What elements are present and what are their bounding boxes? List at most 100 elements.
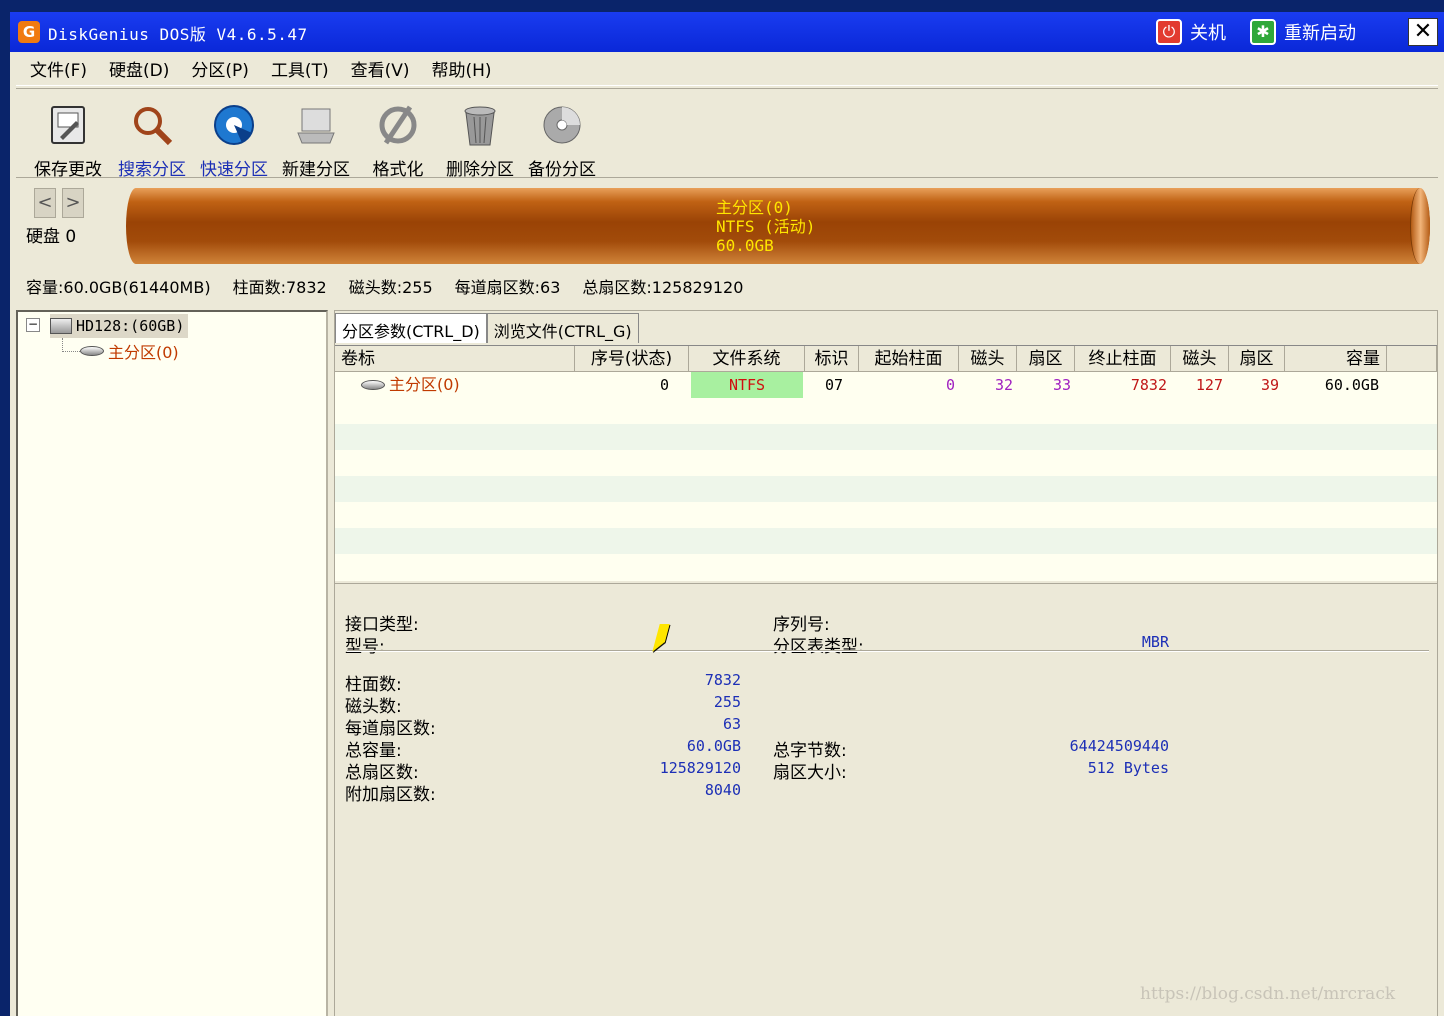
- backup-partition-icon: [543, 106, 581, 144]
- partition-table-type-value: MBR: [1141, 633, 1169, 651]
- sectors-per-track-value: 63: [722, 715, 741, 733]
- menu-file[interactable]: 文件(F): [28, 54, 89, 83]
- partition-bar[interactable]: 主分区(0) NTFS (活动) 60.0GB: [126, 188, 1430, 264]
- disk-label: 硬盘 0: [26, 227, 77, 247]
- app-window: G DiskGenius DOS版 V4.6.5.47 ⏻ 关机 ✱ 重新启动 …: [10, 12, 1444, 1016]
- partition-icon: [361, 380, 385, 390]
- delete-partition-icon: [464, 106, 496, 146]
- disk-map: < > 硬盘 0 主分区(0) NTFS (活动) 60.0GB: [16, 182, 1438, 272]
- format-button[interactable]: 格式化: [358, 103, 438, 180]
- backup-partition-button[interactable]: 备份分区: [522, 103, 602, 180]
- quick-partition-icon: [214, 105, 254, 145]
- col-header-end-sector[interactable]: 扇区: [1229, 346, 1285, 372]
- tree-partition-label: 主分区(0): [108, 343, 179, 362]
- row-start-head: 32: [994, 376, 1013, 394]
- save-icon: [51, 106, 85, 144]
- partition-details-pane: 分区参数(CTRL_D) 浏览文件(CTRL_G) 卷标 序号(状态) 文件系统…: [334, 310, 1438, 1016]
- table-row-stripe: [335, 398, 1437, 424]
- col-header-start-cylinder[interactable]: 起始柱面: [859, 346, 959, 372]
- col-header-start-sector[interactable]: 扇区: [1017, 346, 1075, 372]
- title-bar: G DiskGenius DOS版 V4.6.5.47 ⏻ 关机 ✱ 重新启动 …: [10, 12, 1444, 52]
- row-end-sector: 39: [1260, 376, 1279, 394]
- table-row-stripe: [335, 476, 1437, 502]
- row-index: 0: [659, 376, 669, 394]
- row-filesystem: NTFS: [691, 372, 803, 398]
- search-partition-button[interactable]: 搜索分区: [112, 103, 192, 180]
- tree-item-partition[interactable]: 主分区(0): [80, 339, 179, 363]
- next-disk-button[interactable]: >: [62, 188, 84, 218]
- save-changes-button[interactable]: 保存更改: [28, 103, 108, 180]
- row-end-cylinder: 7832: [1130, 376, 1167, 394]
- sector-size-value: 512 Bytes: [1087, 759, 1169, 777]
- extra-sectors-value: 8040: [704, 781, 741, 799]
- total-bytes-value: 64424509440: [1069, 737, 1169, 755]
- row-start-cylinder: 0: [945, 376, 955, 394]
- toolbar: 保存更改 搜索分区 快速分区 新建分区 格式化 删除分区 备份分区: [16, 88, 1438, 180]
- tree-item-disk[interactable]: HD128:(60GB): [50, 314, 189, 338]
- disk-tree: − HD128:(60GB) 主分区(0): [16, 310, 328, 1016]
- col-header-id[interactable]: 标识: [805, 346, 859, 372]
- menu-view[interactable]: 查看(V): [349, 54, 412, 83]
- menu-bar: 文件(F) 硬盘(D) 分区(P) 工具(T) 查看(V) 帮助(H): [16, 52, 1438, 86]
- col-header-label[interactable]: 卷标: [335, 346, 575, 372]
- previous-disk-button[interactable]: <: [34, 188, 56, 218]
- tab-strip: 分区参数(CTRL_D) 浏览文件(CTRL_G): [335, 313, 639, 343]
- col-header-end-cylinder[interactable]: 终止柱面: [1075, 346, 1171, 372]
- disk-details: 接口类型: 型号: 序列号: 分区表类型: MBR 柱面数: 7832 磁头数:…: [335, 583, 1437, 1016]
- partition-icon: [80, 346, 104, 356]
- hard-disk-icon: [50, 318, 72, 334]
- extra-sectors-label: 附加扇区数:: [345, 785, 436, 805]
- col-header-start-head[interactable]: 磁头: [959, 346, 1017, 372]
- menu-disk[interactable]: 硬盘(D): [107, 54, 171, 83]
- col-header-index[interactable]: 序号(状态): [575, 346, 689, 372]
- delete-partition-label: 删除分区: [446, 160, 514, 180]
- partition-bar-size: 60.0GB: [716, 236, 774, 255]
- tab-partition-params[interactable]: 分区参数(CTRL_D): [335, 313, 487, 343]
- new-partition-label: 新建分区: [282, 160, 350, 180]
- partition-table-type-label: 分区表类型:: [773, 637, 864, 657]
- menu-tools[interactable]: 工具(T): [269, 54, 331, 83]
- delete-partition-button[interactable]: 删除分区: [440, 103, 520, 180]
- disk-total-sectors: 总扇区数:125829120: [582, 278, 744, 297]
- restart-label: 重新启动: [1284, 23, 1356, 44]
- format-icon: [379, 105, 417, 145]
- col-header-filler: [1387, 346, 1437, 372]
- table-row-stripe: [335, 528, 1437, 554]
- col-header-filesystem[interactable]: 文件系统: [689, 346, 805, 372]
- power-icon: ⏻: [1156, 19, 1182, 45]
- restart-icon: ✱: [1250, 19, 1276, 45]
- format-label: 格式化: [372, 160, 424, 180]
- disk-heads: 磁头数:255: [348, 278, 433, 297]
- tree-collapse-toggle[interactable]: −: [26, 318, 40, 332]
- disk-info-line: 容量:60.0GB(61440MB) 柱面数:7832 磁头数:255 每道扇区…: [26, 274, 743, 298]
- tab-browse-files[interactable]: 浏览文件(CTRL_G): [486, 313, 639, 343]
- disk-capacity: 容量:60.0GB(61440MB): [26, 278, 211, 297]
- restart-button[interactable]: ✱ 重新启动: [1250, 17, 1356, 47]
- search-partition-icon: [134, 107, 173, 146]
- heads-value: 255: [713, 693, 741, 711]
- partition-bar-text: 主分区(0) NTFS (活动) 60.0GB: [716, 198, 815, 255]
- col-header-capacity[interactable]: 容量: [1285, 346, 1387, 372]
- shutdown-label: 关机: [1190, 23, 1226, 44]
- table-row-stripe: [335, 424, 1437, 450]
- partition-bar-fs: NTFS (活动): [716, 217, 816, 236]
- shutdown-button[interactable]: ⏻ 关机: [1156, 17, 1226, 47]
- details-divider: [347, 650, 1429, 652]
- window-title: DiskGenius DOS版 V4.6.5.47: [48, 25, 308, 44]
- quick-partition-label: 快速分区: [200, 160, 268, 180]
- menu-partition[interactable]: 分区(P): [189, 54, 251, 83]
- save-changes-label: 保存更改: [34, 160, 102, 180]
- menu-help[interactable]: 帮助(H): [430, 54, 494, 83]
- search-partition-label: 搜索分区: [118, 160, 186, 180]
- close-button[interactable]: ✕: [1408, 18, 1438, 46]
- total-capacity-value: 60.0GB: [686, 737, 741, 755]
- new-partition-icon: [297, 108, 335, 144]
- tree-disk-label: HD128:(60GB): [76, 317, 185, 335]
- col-header-end-head[interactable]: 磁头: [1171, 346, 1229, 372]
- quick-partition-button[interactable]: 快速分区: [194, 103, 274, 180]
- cylinders-value: 7832: [704, 671, 741, 689]
- row-end-head: 127: [1195, 376, 1223, 394]
- row-id: 07: [825, 376, 844, 394]
- new-partition-button[interactable]: 新建分区: [276, 103, 356, 180]
- disk-sectors-per-track: 每道扇区数:63: [454, 278, 561, 297]
